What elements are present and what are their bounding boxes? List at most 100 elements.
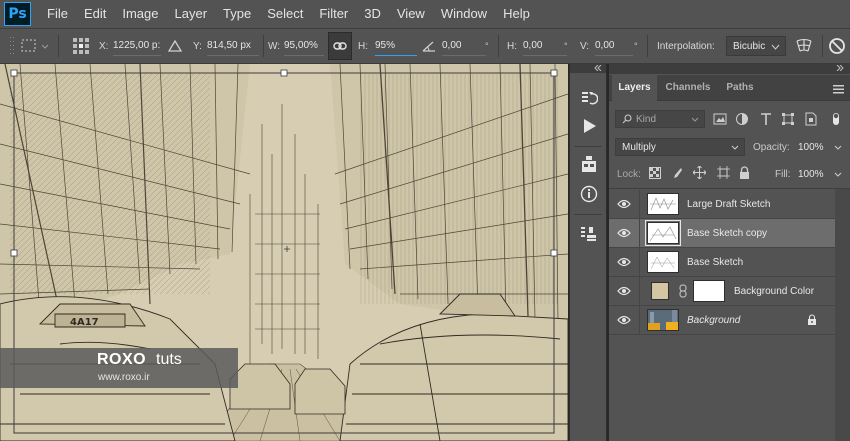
separator — [639, 219, 640, 248]
panel-icon-strip — [569, 64, 607, 441]
document-canvas[interactable]: 4A17 ROXO tuts www.roxo.ir — [0, 64, 568, 441]
lock-label: Lock: — [617, 169, 641, 180]
menu-window[interactable]: Window — [433, 0, 495, 28]
options-bar: X: 1225,00 p: Y: 814,50 px W: 95,00% H: … — [0, 28, 850, 64]
lock-pixels-icon[interactable] — [671, 167, 683, 182]
visibility-eye-icon[interactable] — [617, 227, 631, 239]
cancel-transform-icon[interactable] — [828, 29, 848, 63]
separator — [647, 35, 648, 57]
reference-point-icon[interactable] — [72, 29, 92, 63]
rotate-angle-icon — [421, 29, 439, 63]
width-input[interactable]: 95,00% — [284, 36, 324, 56]
visibility-eye-icon[interactable] — [617, 198, 631, 210]
layer-name[interactable]: Background — [687, 306, 740, 335]
h-label: H: — [358, 40, 368, 52]
tab-channels[interactable]: Channels — [659, 75, 717, 101]
separator — [639, 306, 640, 335]
tab-paths[interactable]: Paths — [719, 75, 761, 101]
blend-mode-select[interactable]: Multiply — [615, 138, 745, 156]
chain-link-icon[interactable] — [679, 284, 687, 298]
properties-icon[interactable] — [579, 154, 599, 174]
hskew-input[interactable]: 0,00 — [523, 36, 567, 56]
layer-name[interactable]: Base Sketch copy — [687, 219, 767, 248]
delta-icon[interactable] — [168, 29, 184, 63]
fill-label: Fill: — [775, 169, 791, 180]
menu-view[interactable]: View — [389, 0, 433, 28]
menu-filter[interactable]: Filter — [311, 0, 356, 28]
menu-3d[interactable]: 3D — [356, 0, 389, 28]
lock-position-icon[interactable] — [692, 165, 707, 182]
x-label: X: — [99, 40, 109, 52]
layer-thumbnail[interactable] — [647, 309, 679, 331]
y-input[interactable]: 814,50 px — [207, 36, 259, 56]
vskew-input[interactable]: 0,00 — [595, 36, 633, 56]
layer-row[interactable]: Background Color — [609, 277, 835, 306]
panel-header — [609, 64, 850, 74]
actions-play-icon[interactable] — [579, 116, 599, 136]
menu-bar: Ps File Edit Image Layer Type Select Fil… — [0, 0, 850, 28]
visibility-eye-icon[interactable] — [617, 314, 631, 326]
opacity-label: Opacity: — [753, 142, 790, 153]
filter-toggle-icon[interactable] — [829, 112, 843, 129]
chevron-down-icon — [771, 44, 780, 50]
lock-artboard-icon[interactable] — [717, 166, 730, 182]
separator — [822, 35, 823, 57]
layer-filter-select[interactable]: Kind — [615, 110, 705, 128]
panel-tabs: Layers Channels Paths — [609, 75, 850, 101]
tab-layers[interactable]: Layers — [612, 75, 657, 101]
collapse-left-icon — [594, 65, 602, 71]
layer-row[interactable]: Base Sketch — [609, 248, 835, 277]
layer-row[interactable]: Large Draft Sketch — [609, 190, 835, 219]
layer-row[interactable]: Background — [609, 306, 835, 335]
filter-type-icon[interactable] — [759, 112, 773, 129]
menu-help[interactable]: Help — [495, 0, 538, 28]
separator — [574, 214, 602, 215]
angle-input[interactable]: 0,00 — [442, 36, 486, 56]
layers-scrollbar[interactable] — [835, 189, 850, 441]
layer-row-selected[interactable]: Base Sketch copy — [609, 219, 835, 248]
link-icon[interactable] — [328, 32, 352, 60]
filter-shape-icon[interactable] — [781, 112, 795, 129]
document-canvas-area[interactable]: 4A17 ROXO tuts www.roxo.ir — [0, 64, 568, 441]
menu-file[interactable]: File — [39, 0, 76, 28]
degree-symbol: ° — [634, 41, 638, 51]
layer-name[interactable]: Large Draft Sketch — [687, 190, 770, 219]
x-input[interactable]: 1225,00 p: — [113, 36, 161, 56]
transform-tool-icon[interactable] — [20, 29, 50, 63]
layer-thumbnail[interactable] — [645, 220, 681, 246]
opacity-input[interactable]: 100% — [795, 138, 845, 156]
separator — [639, 190, 640, 219]
visibility-eye-icon[interactable] — [617, 285, 631, 297]
color-fill-swatch[interactable] — [651, 282, 669, 300]
separator — [639, 248, 640, 277]
y-label: Y: — [193, 40, 202, 52]
visibility-eye-icon[interactable] — [617, 256, 631, 268]
height-input[interactable]: 95% — [375, 36, 417, 56]
menu-type[interactable]: Type — [215, 0, 259, 28]
menu-edit[interactable]: Edit — [76, 0, 114, 28]
panel-menu-icon[interactable] — [833, 83, 844, 97]
layer-thumbnail[interactable] — [647, 251, 679, 273]
lock-all-icon[interactable] — [739, 166, 750, 182]
history-icon[interactable] — [579, 88, 599, 108]
filter-smartobject-icon[interactable] — [804, 112, 818, 129]
menu-select[interactable]: Select — [259, 0, 311, 28]
info-icon[interactable] — [579, 184, 599, 204]
layer-name[interactable]: Background Color — [734, 277, 814, 306]
layer-mask-thumbnail[interactable] — [693, 280, 725, 302]
chevron-down-icon — [691, 117, 699, 122]
menu-image[interactable]: Image — [114, 0, 166, 28]
search-icon — [622, 114, 632, 124]
lock-icon — [808, 314, 816, 325]
layer-thumbnail[interactable] — [647, 193, 679, 215]
filter-adjustment-icon[interactable] — [735, 112, 749, 129]
interpolation-select[interactable]: Bicubic — [726, 36, 786, 56]
clone-source-icon[interactable] — [579, 224, 599, 244]
layer-name[interactable]: Base Sketch — [687, 248, 743, 277]
lock-transparency-icon[interactable] — [649, 167, 661, 182]
fill-input[interactable]: 100% — [795, 165, 845, 183]
separator — [263, 35, 264, 57]
menu-layer[interactable]: Layer — [167, 0, 216, 28]
warp-mode-icon[interactable] — [794, 29, 816, 63]
filter-pixel-icon[interactable] — [713, 112, 727, 129]
